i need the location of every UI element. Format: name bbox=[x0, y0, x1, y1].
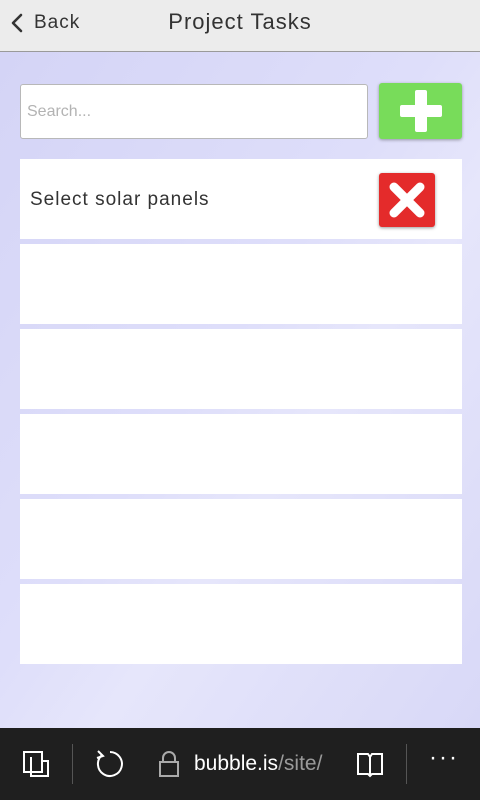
delete-task-button[interactable] bbox=[379, 173, 435, 227]
task-row[interactable] bbox=[20, 329, 462, 409]
address-bar[interactable]: bubble.is/site/ bbox=[158, 746, 322, 782]
toolbar-divider bbox=[406, 744, 407, 784]
app-header: Back Project Tasks bbox=[0, 0, 480, 52]
url-host: bubble.is bbox=[194, 752, 279, 775]
refresh-icon bbox=[96, 750, 123, 777]
plus-icon bbox=[399, 90, 442, 132]
lock-icon bbox=[159, 751, 179, 777]
search-input[interactable] bbox=[20, 84, 368, 139]
task-row[interactable]: Select solar panels bbox=[20, 159, 462, 239]
tabs-icon bbox=[23, 751, 49, 777]
task-row[interactable] bbox=[20, 244, 462, 324]
add-task-button[interactable] bbox=[379, 83, 462, 139]
url-path: /site/ bbox=[278, 752, 323, 775]
task-label: Select solar panels bbox=[30, 189, 210, 210]
close-icon bbox=[389, 182, 425, 218]
task-row[interactable] bbox=[20, 584, 462, 664]
refresh-button[interactable] bbox=[92, 748, 128, 780]
reading-view-icon bbox=[357, 753, 383, 778]
reading-view-button[interactable] bbox=[354, 748, 386, 780]
more-icon[interactable]: ··· bbox=[424, 746, 464, 780]
toolbar-divider bbox=[72, 744, 73, 784]
browser-toolbar: bubble.is/site/ ··· bbox=[0, 728, 480, 800]
task-row[interactable] bbox=[20, 499, 462, 579]
task-row[interactable] bbox=[20, 414, 462, 494]
tabs-button[interactable] bbox=[20, 748, 52, 780]
page-title: Project Tasks bbox=[168, 9, 312, 34]
